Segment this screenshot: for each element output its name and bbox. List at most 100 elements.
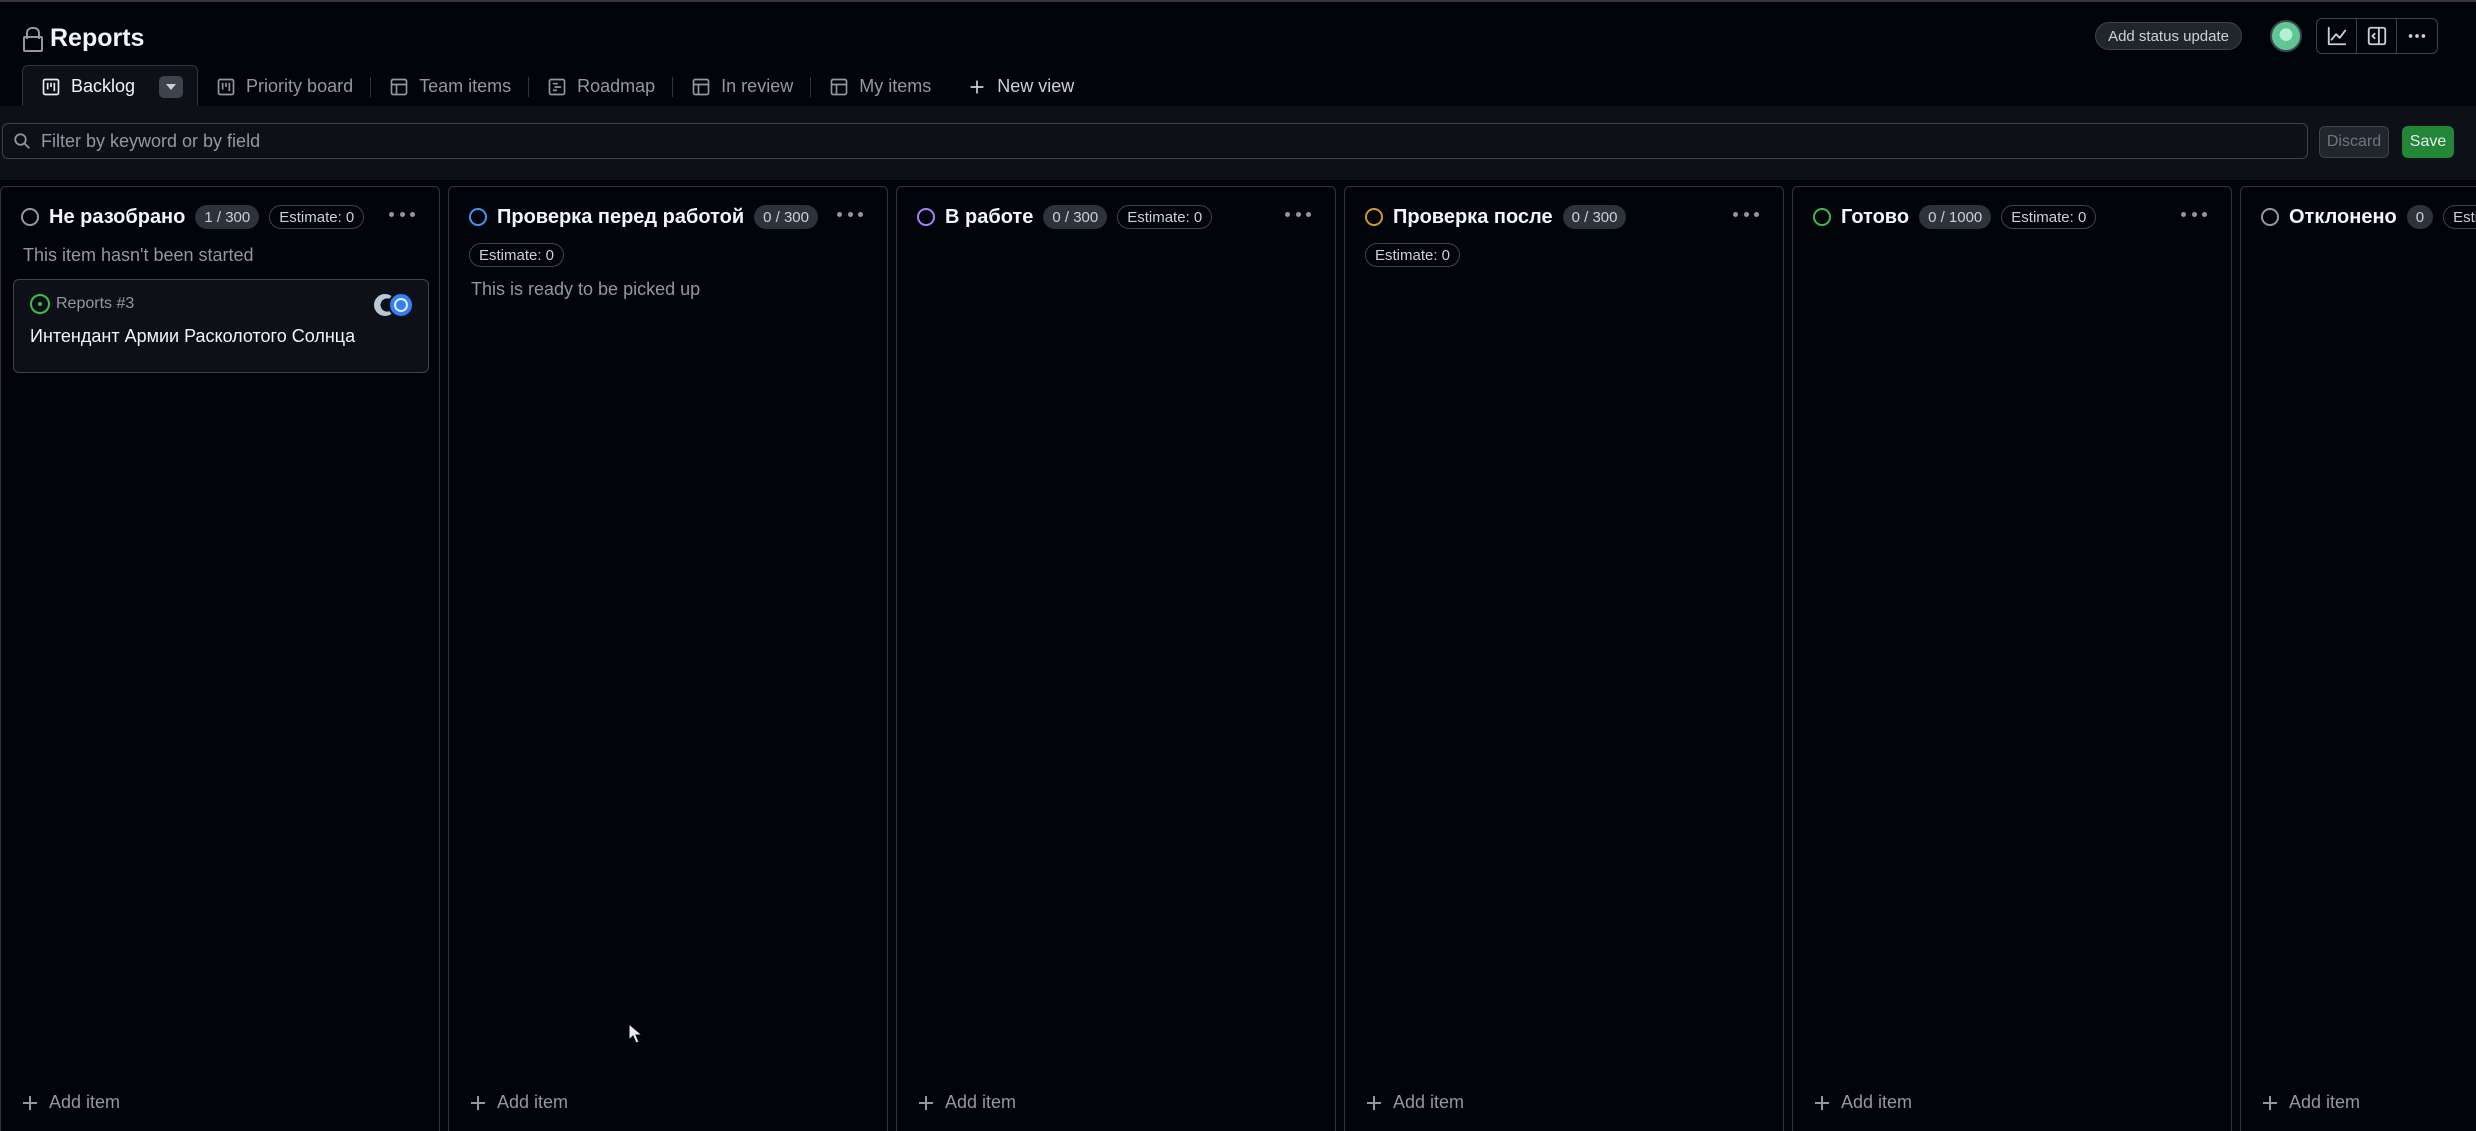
column-meta: Estimate: 0 <box>1365 243 1461 267</box>
avatar <box>388 292 414 318</box>
column-count: 0 / 300 <box>1562 205 1627 229</box>
column-title: В работе <box>945 205 1034 228</box>
add-item-label: Add item <box>1393 1092 1465 1112</box>
column-menu-button[interactable] <box>1733 207 1759 221</box>
column-count: 0 / 300 <box>754 205 818 229</box>
card-assignees[interactable] <box>372 292 414 318</box>
tab-label: My items <box>859 76 932 96</box>
plus-icon <box>1815 1095 1829 1110</box>
tab-label: New view <box>997 76 1075 96</box>
mouse-cursor-icon <box>628 1023 644 1044</box>
plus-icon <box>2263 1095 2277 1110</box>
plus-icon <box>471 1095 485 1110</box>
status-circle-icon <box>917 208 935 226</box>
sidebar-button[interactable] <box>2357 19 2397 53</box>
board-icon <box>217 78 235 95</box>
plus-icon <box>1367 1095 1381 1110</box>
plus-icon <box>919 1095 933 1110</box>
filter-bar: Discard Save <box>0 106 2476 180</box>
status-circle-icon <box>1365 208 1383 226</box>
column-not-triaged: Не разобрано 1 / 300 Estimate: 0 This it… <box>0 186 440 1131</box>
column-description: This item hasn't been started <box>23 245 254 265</box>
tab-priority-board[interactable]: Priority board <box>198 65 372 108</box>
tab-label: Backlog <box>71 76 136 96</box>
column-header: Отклонено 0 Estimate: 0 <box>2261 201 2476 233</box>
column-meta: Estimate: 0 <box>469 243 565 267</box>
item-card[interactable]: Reports #3 Интендант Армии Расколотого С… <box>13 279 429 373</box>
status-circle-icon <box>1813 208 1831 226</box>
new-view-button[interactable]: New view <box>949 65 1092 108</box>
column-count: 1 / 300 <box>195 205 260 229</box>
column-description: This is ready to be picked up <box>471 279 701 299</box>
board: Не разобрано 1 / 300 Estimate: 0 This it… <box>0 180 2476 1131</box>
filter-box[interactable] <box>2 123 2308 159</box>
card-meta: Reports #3 <box>30 294 134 314</box>
table-icon <box>692 78 710 95</box>
add-item-button[interactable]: Add item <box>1815 1092 1912 1113</box>
column-header: Проверка перед работой 0 / 300 <box>469 201 818 233</box>
column-title: Отклонено <box>2289 205 2397 228</box>
column-estimate: Estimate: 0 <box>1365 243 1461 267</box>
column-header: Не разобрано 1 / 300 Estimate: 0 <box>21 201 365 233</box>
add-item-label: Add item <box>1841 1092 1913 1112</box>
column-count: 0 <box>2406 205 2434 229</box>
tab-in-review[interactable]: In review <box>673 65 812 108</box>
column-menu-button[interactable] <box>1285 207 1311 221</box>
add-item-button[interactable]: Add item <box>471 1092 568 1113</box>
roadmap-icon <box>548 78 566 95</box>
status-circle-icon <box>469 208 487 226</box>
add-item-button[interactable]: Add item <box>23 1092 120 1113</box>
column-menu-button[interactable] <box>389 207 415 221</box>
column-menu-button[interactable] <box>837 207 863 221</box>
insights-button[interactable] <box>2317 19 2357 53</box>
column-count: 0 / 300 <box>1043 205 1108 229</box>
issue-opened-icon <box>30 294 50 314</box>
column-count: 0 / 1000 <box>1919 205 1992 229</box>
add-item-label: Add item <box>2289 1092 2361 1112</box>
discard-button[interactable]: Discard <box>2319 126 2389 158</box>
add-status-update-button[interactable]: Add status update <box>2095 22 2242 50</box>
chevron-down-icon[interactable] <box>159 75 184 98</box>
kebab-icon <box>2408 34 2426 38</box>
column-estimate: Estimate: 0 <box>269 205 365 229</box>
tab-label: Roadmap <box>577 76 656 96</box>
add-item-button[interactable]: Add item <box>2263 1092 2360 1113</box>
add-item-label: Add item <box>49 1092 121 1112</box>
column-estimate: Estimate: 0 <box>2443 205 2476 229</box>
avatar[interactable] <box>2270 20 2302 52</box>
column-title: Проверка перед работой <box>497 205 745 228</box>
card-ref: Reports #3 <box>56 295 135 312</box>
add-item-button[interactable]: Add item <box>919 1092 1016 1113</box>
tab-team-items[interactable]: Team items <box>371 65 530 108</box>
column-estimate: Estimate: 0 <box>469 243 565 267</box>
page-title: Reports <box>50 23 145 52</box>
column-header: Готово 0 / 1000 Estimate: 0 <box>1813 201 2097 233</box>
card-title[interactable]: Интендант Армии Расколотого Солнца <box>30 326 355 347</box>
plus-icon <box>23 1095 37 1110</box>
add-item-label: Add item <box>497 1092 569 1112</box>
column-menu-button[interactable] <box>2181 207 2207 221</box>
column-header: Проверка после 0 / 300 <box>1365 201 1627 233</box>
add-item-button[interactable]: Add item <box>1367 1092 1464 1113</box>
tab-roadmap[interactable]: Roadmap <box>529 65 674 108</box>
column-title: Готово <box>1841 205 1910 228</box>
add-item-label: Add item <box>945 1092 1017 1112</box>
column-rejected: Отклонено 0 Estimate: 0 Add item <box>2240 186 2476 1131</box>
status-circle-icon <box>21 208 39 226</box>
title-row: Reports <box>22 20 144 56</box>
board-icon <box>42 78 60 95</box>
tab-label: Team items <box>419 76 512 96</box>
column-title: Проверка после <box>1393 205 1553 228</box>
insights-icon <box>2327 26 2346 46</box>
header-actions: Add status update <box>2095 16 2438 56</box>
more-options-button[interactable] <box>2397 19 2437 53</box>
tab-backlog[interactable]: Backlog <box>22 65 199 108</box>
tab-label: Priority board <box>246 76 354 96</box>
column-estimate: Estimate: 0 <box>1117 205 1213 229</box>
filter-input[interactable] <box>41 130 2307 152</box>
column-done: Готово 0 / 1000 Estimate: 0 Add item <box>1792 186 2232 1131</box>
header-icon-group <box>2316 18 2438 54</box>
column-post-check: Проверка после 0 / 300 Estimate: 0 Add i… <box>1344 186 1784 1131</box>
save-button[interactable]: Save <box>2402 126 2454 158</box>
tab-my-items[interactable]: My items <box>811 65 949 108</box>
